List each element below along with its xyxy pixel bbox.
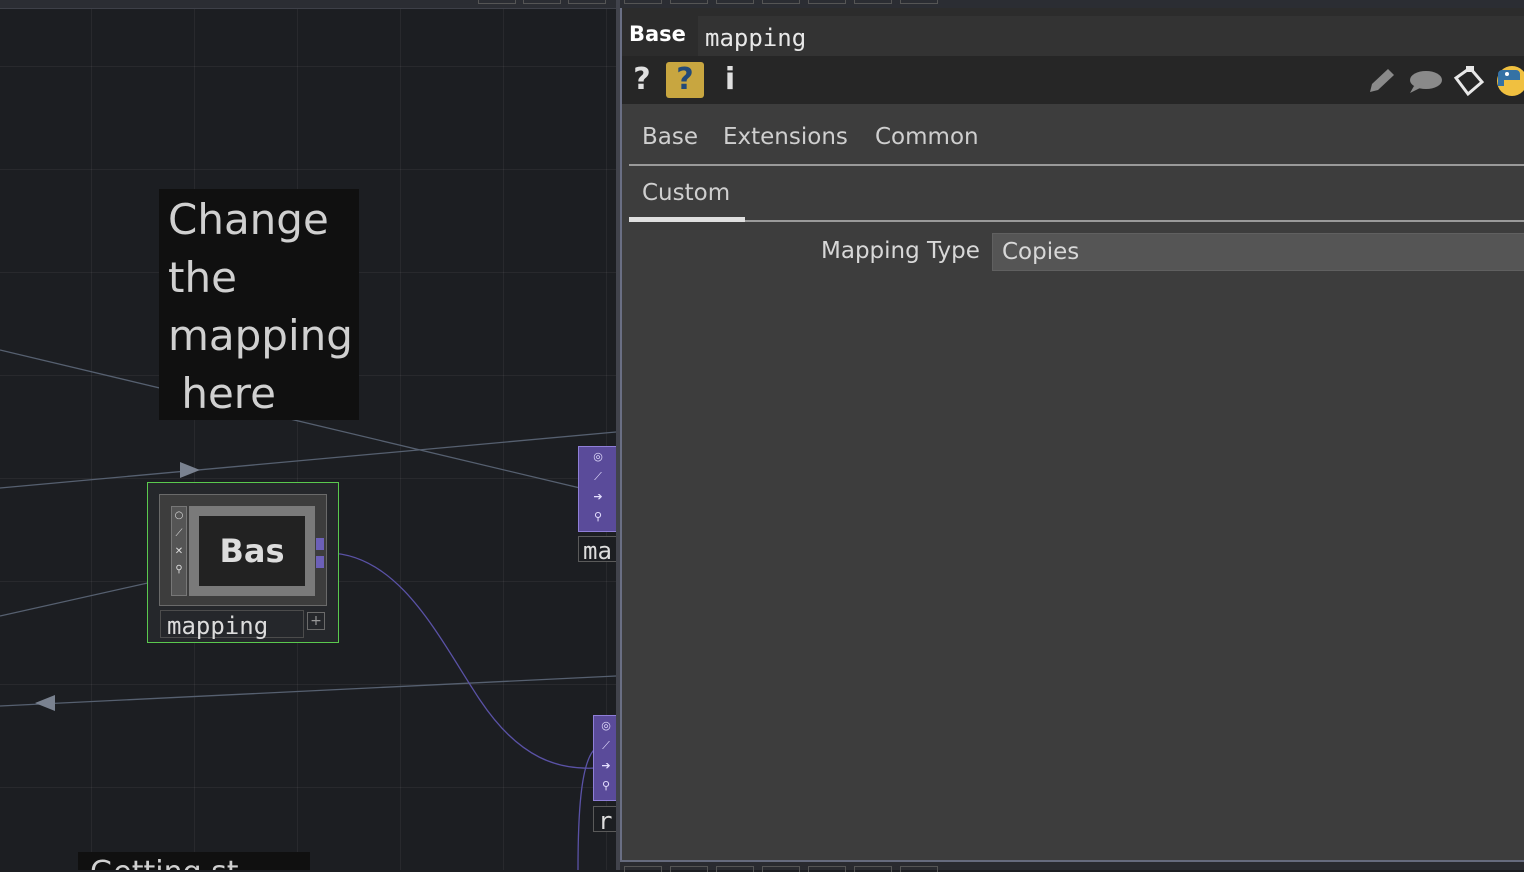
pane-tab bbox=[670, 0, 708, 4]
tab-custom[interactable]: Custom bbox=[642, 180, 730, 206]
tab-base[interactable]: Base bbox=[642, 124, 698, 150]
node-name-label[interactable]: ma bbox=[578, 536, 616, 562]
node-output-port[interactable] bbox=[316, 556, 324, 568]
custom-parameter-tabs: Custom bbox=[629, 174, 1524, 222]
wire bbox=[0, 577, 171, 617]
pane-tab bbox=[808, 0, 846, 4]
expand-icon[interactable]: + bbox=[307, 612, 325, 630]
info-button[interactable]: i bbox=[718, 62, 742, 98]
pane-tab bbox=[854, 0, 892, 4]
pane-tab bbox=[900, 866, 938, 872]
mapping-type-menu[interactable]: Copies bbox=[992, 233, 1524, 271]
close-icon[interactable]: ✕ bbox=[172, 543, 186, 561]
viewer-icon[interactable]: ◎ bbox=[594, 716, 616, 736]
purple-node-a[interactable]: ◎ ⟋ ➔ ⚲ bbox=[578, 446, 616, 532]
wire bbox=[0, 675, 616, 707]
pane-tab bbox=[624, 0, 662, 4]
arrow-icon[interactable]: ➔ bbox=[594, 756, 616, 776]
comment-box[interactable]: Getting st bbox=[78, 852, 310, 870]
help-button[interactable]: ? bbox=[628, 62, 656, 98]
tab-extensions[interactable]: Extensions bbox=[723, 124, 848, 150]
network-editor[interactable]: Change the mapping here Getting st ○ ⟋ ✕… bbox=[0, 0, 616, 870]
arrow-icon[interactable]: ➔ bbox=[579, 487, 616, 507]
tab-common[interactable]: Common bbox=[875, 124, 979, 150]
viewer-icon[interactable]: ◎ bbox=[579, 447, 616, 467]
pane-tab bbox=[523, 0, 561, 4]
parameter-panel: Base mapping ? ? i Base Extensions Commo… bbox=[620, 8, 1524, 860]
node-flag-strip[interactable]: ○ ⟋ ✕ ⚲ bbox=[171, 506, 187, 596]
wire bbox=[0, 431, 616, 489]
pane-tab bbox=[568, 0, 606, 4]
clipboard-icon[interactable] bbox=[1450, 64, 1486, 98]
node-output-port[interactable] bbox=[316, 538, 324, 550]
active-tab-indicator bbox=[629, 217, 745, 222]
comment-icon[interactable] bbox=[1406, 68, 1444, 94]
wire-direction-arrow bbox=[35, 695, 55, 711]
pane-tab bbox=[900, 0, 938, 4]
pencil-icon[interactable] bbox=[1364, 66, 1398, 96]
bypass-icon[interactable]: ⟋ bbox=[594, 736, 616, 756]
panel-toolbar: ? ? i bbox=[622, 56, 1524, 104]
node-name-label[interactable]: mapping bbox=[160, 610, 304, 640]
operator-type: Base bbox=[629, 22, 686, 46]
pane-tab bbox=[478, 0, 516, 4]
comment-box[interactable]: Change the mapping here bbox=[159, 189, 359, 420]
link-icon[interactable]: ⚲ bbox=[594, 776, 616, 796]
bypass-icon[interactable]: ⟋ bbox=[172, 525, 186, 543]
pane-tab bbox=[762, 0, 800, 4]
node-viewer-text: Bas bbox=[199, 516, 305, 586]
python-help-button[interactable]: ? bbox=[666, 62, 704, 98]
link-icon[interactable]: ⚲ bbox=[172, 561, 186, 579]
pane-tab bbox=[670, 866, 708, 872]
pane-tab bbox=[624, 866, 662, 872]
wires bbox=[0, 349, 616, 870]
node-name-label[interactable]: r bbox=[593, 806, 616, 832]
mapping-type-label: Mapping Type bbox=[821, 238, 980, 264]
link-icon[interactable]: ⚲ bbox=[579, 507, 616, 527]
node-viewer[interactable]: Bas bbox=[189, 506, 315, 596]
pane-tab bbox=[716, 866, 754, 872]
viewer-icon[interactable]: ○ bbox=[172, 507, 186, 525]
pane-tab bbox=[716, 0, 754, 4]
pane-tab bbox=[808, 866, 846, 872]
bottom-pane-border bbox=[620, 860, 1524, 872]
operator-name-field[interactable]: mapping bbox=[698, 16, 1524, 56]
purple-node-b[interactable]: ◎ ⟋ ➔ ⚲ bbox=[593, 715, 616, 801]
wire-direction-arrow bbox=[180, 462, 200, 478]
parameter-tabs: Base Extensions Common bbox=[629, 118, 1524, 166]
pane-tab bbox=[762, 866, 800, 872]
bypass-icon[interactable]: ⟋ bbox=[579, 467, 616, 487]
data-wire bbox=[326, 552, 597, 769]
pane-tab bbox=[854, 866, 892, 872]
panel-title-bar: Base mapping bbox=[622, 8, 1524, 56]
python-icon[interactable] bbox=[1494, 64, 1524, 98]
